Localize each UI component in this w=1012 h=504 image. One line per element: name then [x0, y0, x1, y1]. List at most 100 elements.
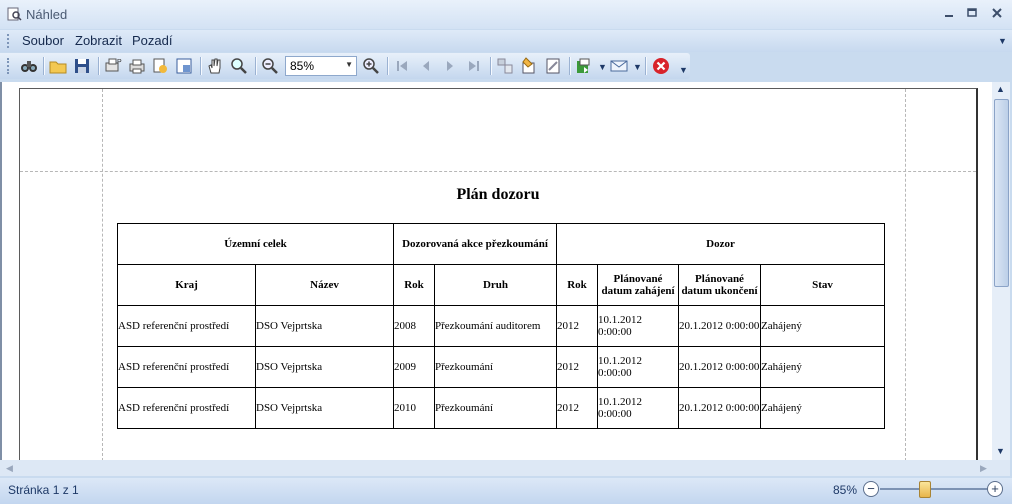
cell-datum-ukonceni: 20.1.2012 0:00:00	[678, 346, 761, 388]
cell-rok: 2009	[393, 346, 435, 388]
watermark-button[interactable]	[543, 56, 563, 76]
export-button[interactable]	[574, 56, 594, 76]
column-header-rok-dozor: Rok	[556, 264, 598, 306]
binoculars-icon	[21, 61, 37, 72]
margin-guide-left	[102, 89, 103, 461]
cell-druh: Přezkoumání	[434, 387, 557, 429]
table-row: ASD referenční prostředí DSO Vejprtska 2…	[117, 305, 885, 347]
maximize-button[interactable]	[961, 5, 983, 23]
scroll-left-icon[interactable]: ◀	[6, 463, 13, 474]
zoom-out-icon	[262, 58, 278, 74]
zoom-in-slider-button[interactable]: +	[987, 481, 1003, 497]
zoom-out-slider-button[interactable]: −	[863, 481, 879, 497]
zoom-combobox-value: 85%	[290, 59, 315, 73]
scale-icon	[176, 58, 192, 74]
cell-stav: Zahájený	[760, 387, 885, 429]
column-header-stav: Stav	[760, 264, 885, 306]
cell-rok-dozor: 2012	[556, 305, 598, 347]
menu-bar: Soubor Zobrazit Pozadí ▼	[0, 30, 1012, 52]
hand-tool-icon	[208, 58, 221, 74]
minus-icon: −	[867, 481, 875, 496]
export-icon	[577, 58, 590, 73]
cell-rok: 2010	[393, 387, 435, 429]
report-title: Plán dozoru	[456, 186, 540, 203]
save-icon	[75, 59, 89, 73]
horizontal-scrollbar[interactable]: ◀ ▶	[0, 460, 1010, 476]
page-info: Stránka 1 z 1	[8, 483, 79, 497]
email-dropdown-icon[interactable]: ▼	[633, 62, 642, 72]
status-bar: Stránka 1 z 1 85% − +	[0, 478, 1012, 504]
page-color-button[interactable]	[519, 56, 539, 76]
save-button[interactable]	[72, 56, 92, 76]
toolbar-separator	[490, 57, 491, 75]
cell-rok: 2008	[393, 305, 435, 347]
multiple-pages-button[interactable]	[495, 56, 515, 76]
toolbar-grip[interactable]	[7, 58, 12, 74]
cell-nazev: DSO Vejprtska	[255, 346, 394, 388]
email-button[interactable]	[609, 56, 629, 76]
print-button[interactable]	[127, 56, 147, 76]
zoom-slider-thumb[interactable]	[919, 481, 932, 498]
cell-datum-zahajeni: 10.1.2012 0:00:00	[597, 346, 679, 388]
scroll-up-icon[interactable]: ▲	[996, 84, 1005, 94]
close-preview-button[interactable]	[651, 56, 671, 76]
export-dropdown-icon[interactable]: ▼	[598, 62, 607, 72]
first-page-button[interactable]	[392, 56, 412, 76]
page-setup-button[interactable]: P	[103, 56, 123, 76]
magnifier-icon	[231, 58, 247, 74]
chevron-down-icon[interactable]: ▼	[345, 60, 353, 69]
margin-guide-right	[905, 89, 906, 461]
cell-nazev: DSO Vejprtska	[255, 305, 394, 347]
cell-nazev: DSO Vejprtska	[255, 387, 394, 429]
open-button[interactable]	[48, 56, 68, 76]
quick-print-icon	[153, 58, 167, 73]
menu-zobrazit[interactable]: Zobrazit	[75, 33, 122, 48]
column-header-druh: Druh	[434, 264, 557, 306]
magnifier-button[interactable]	[229, 56, 249, 76]
minimize-button[interactable]	[938, 5, 960, 23]
menu-grip[interactable]	[7, 34, 12, 48]
hand-tool-button[interactable]	[205, 56, 225, 76]
zoom-combobox[interactable]: 85% ▼	[285, 56, 357, 76]
toolbar-overflow-icon[interactable]: ▼	[679, 65, 688, 75]
svg-text:P: P	[117, 59, 122, 66]
zoom-out-button[interactable]	[260, 56, 280, 76]
cell-druh: Přezkoumání auditorem	[434, 305, 557, 347]
group-header-uzemni-celek: Územní celek	[117, 223, 394, 265]
minimize-icon	[945, 15, 953, 17]
page-color-icon	[522, 57, 535, 74]
close-button[interactable]	[986, 5, 1008, 23]
vertical-scrollbar[interactable]: ▲ ▼	[992, 82, 1010, 460]
cell-datum-ukonceni: 20.1.2012 0:00:00	[678, 305, 761, 347]
find-button[interactable]	[19, 56, 39, 76]
toolbar-separator	[255, 57, 256, 75]
zoom-in-icon	[363, 58, 379, 74]
cell-datum-ukonceni: 20.1.2012 0:00:00	[678, 387, 761, 429]
last-page-button[interactable]	[464, 56, 484, 76]
close-preview-icon	[653, 58, 669, 74]
quick-print-button[interactable]	[150, 56, 170, 76]
title-bar: Náhled	[0, 0, 1012, 29]
zoom-in-button[interactable]	[361, 56, 381, 76]
group-header-dozor: Dozor	[556, 223, 885, 265]
vertical-scroll-thumb[interactable]	[994, 99, 1009, 287]
scroll-right-icon[interactable]: ▶	[980, 463, 987, 474]
scale-button[interactable]	[174, 56, 194, 76]
column-header-kraj: Kraj	[117, 264, 256, 306]
maximize-icon	[967, 8, 977, 17]
menu-pozadi[interactable]: Pozadí	[132, 33, 172, 48]
toolbar-separator	[569, 57, 570, 75]
menu-soubor[interactable]: Soubor	[22, 33, 64, 48]
next-page-button[interactable]	[440, 56, 460, 76]
cell-kraj: ASD referenční prostředí	[117, 346, 256, 388]
page-setup-icon: P	[105, 58, 122, 72]
column-header-rok: Rok	[393, 264, 435, 306]
menu-overflow-icon[interactable]: ▼	[998, 36, 1007, 46]
zoom-slider-track[interactable]	[880, 488, 988, 490]
column-header-datum-zahajeni: Plánované datum zahájení	[597, 264, 679, 306]
column-header-datum-ukonceni: Plánované datum ukončení	[678, 264, 761, 306]
scroll-down-icon[interactable]: ▼	[996, 446, 1005, 456]
previous-page-button[interactable]	[416, 56, 436, 76]
table-row: ASD referenční prostředí DSO Vejprtska 2…	[117, 346, 885, 388]
group-header-dozorovana-akce: Dozorovaná akce přezkoumání	[393, 223, 557, 265]
